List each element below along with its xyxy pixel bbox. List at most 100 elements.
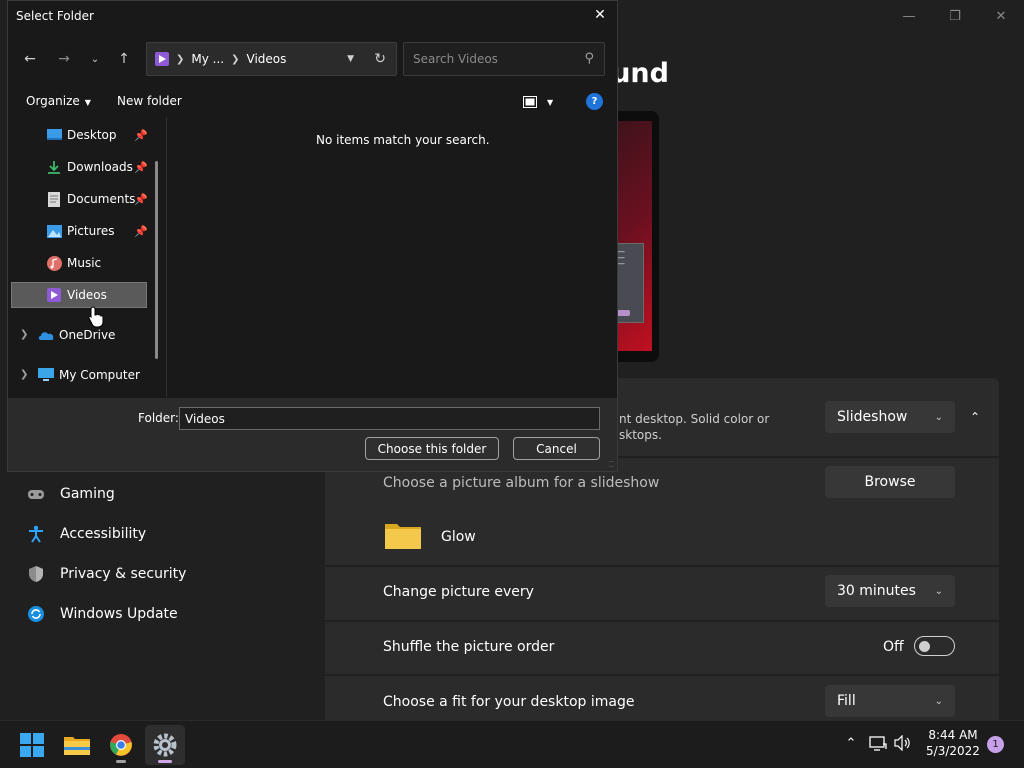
up-arrow-icon[interactable]: ↑ bbox=[114, 49, 134, 69]
nav-item-privacy-security[interactable]: Privacy & security bbox=[26, 560, 186, 588]
network-icon[interactable] bbox=[869, 734, 887, 752]
expand-chevron-icon[interactable]: ❯ bbox=[20, 329, 28, 340]
restore-icon[interactable]: ❐ bbox=[932, 0, 978, 32]
row-divider bbox=[325, 674, 999, 676]
computer-icon bbox=[38, 367, 54, 383]
row-divider bbox=[325, 620, 999, 622]
browse-button[interactable]: Browse bbox=[825, 466, 955, 498]
dialog-title: Select Folder bbox=[16, 9, 94, 23]
toggle-knob bbox=[919, 640, 930, 652]
refresh-icon[interactable]: ↻ bbox=[374, 51, 386, 67]
fit-dropdown[interactable]: Fill ⌄ bbox=[825, 685, 955, 717]
minimize-icon[interactable]: — bbox=[886, 0, 932, 32]
nav-item-accessibility[interactable]: Accessibility bbox=[26, 520, 146, 548]
view-options-button[interactable]: ▼ bbox=[523, 93, 563, 111]
close-window-icon[interactable]: ✕ bbox=[978, 0, 1024, 32]
volume-icon[interactable] bbox=[894, 734, 912, 752]
select-folder-dialog: Select Folder ✕ ← → ⌄ ↑ ❯ My ... ❯ Video… bbox=[7, 0, 618, 472]
settings-icon bbox=[153, 733, 177, 757]
help-icon[interactable]: ? bbox=[586, 93, 603, 110]
change-interval-dropdown[interactable]: 30 minutes ⌄ bbox=[825, 575, 955, 607]
gamepad-icon bbox=[26, 484, 46, 504]
desktop-icon bbox=[46, 127, 62, 143]
fit-label: Choose a fit for your desktop image bbox=[383, 694, 635, 710]
clock-date: 5/3/2022 bbox=[926, 744, 980, 758]
tree-item-documents[interactable]: Documents bbox=[46, 186, 135, 212]
file-explorer-icon bbox=[64, 737, 90, 755]
tree-item-downloads[interactable]: Downloads bbox=[46, 154, 133, 180]
tree-item-desktop[interactable]: Desktop bbox=[46, 122, 117, 148]
chevron-down-icon: ▼ bbox=[84, 98, 91, 107]
pane-divider[interactable] bbox=[166, 117, 167, 397]
folder-name-input[interactable] bbox=[179, 407, 600, 430]
recent-locations-chevron-icon[interactable]: ⌄ bbox=[85, 49, 105, 69]
tree-item-pictures[interactable]: Pictures bbox=[46, 218, 115, 244]
nav-item-gaming[interactable]: Gaming bbox=[26, 480, 115, 508]
running-indicator bbox=[116, 760, 126, 763]
change-picture-label: Change picture every bbox=[383, 584, 534, 600]
file-explorer-button[interactable] bbox=[57, 725, 97, 765]
back-arrow-icon[interactable]: ← bbox=[20, 49, 40, 69]
videos-icon bbox=[46, 287, 62, 303]
nav-item-windows-update[interactable]: Windows Update bbox=[26, 600, 178, 628]
expand-chevron-icon[interactable]: ❯ bbox=[20, 369, 28, 380]
row-divider bbox=[325, 565, 999, 567]
shuffle-toggle[interactable] bbox=[914, 636, 955, 656]
tree-scrollbar[interactable] bbox=[155, 161, 158, 359]
chrome-button[interactable] bbox=[101, 725, 141, 765]
resize-grip-icon[interactable]: ⁚⁚ bbox=[609, 460, 614, 469]
breadcrumb-current[interactable]: Videos bbox=[247, 52, 287, 66]
preview-lines-icon: — — — bbox=[616, 247, 625, 269]
notification-badge[interactable]: 1 bbox=[987, 736, 1004, 753]
clock-time: 8:44 AM bbox=[928, 728, 978, 742]
tree-item-my-computer[interactable]: My Computer bbox=[38, 362, 140, 388]
preview-accent-bar bbox=[616, 310, 630, 316]
navigation-pane: Desktop 📌 Downloads 📌 Documents 📌 Pictur… bbox=[8, 117, 166, 397]
album-folder-name: Glow bbox=[441, 529, 476, 545]
tree-item-videos[interactable]: Videos bbox=[11, 282, 147, 308]
folder-icon bbox=[385, 524, 421, 549]
background-description: nt desktop. Solid color or sktops. bbox=[619, 412, 770, 442]
breadcrumb-separator-icon: ❯ bbox=[176, 53, 185, 65]
chevron-up-icon[interactable]: ⌃ bbox=[966, 408, 984, 426]
chevron-down-icon: ⌄ bbox=[934, 411, 943, 423]
shield-icon bbox=[26, 564, 46, 584]
pin-icon: 📌 bbox=[134, 128, 148, 142]
folder-field-label: Folder: bbox=[138, 411, 179, 425]
start-icon bbox=[20, 733, 44, 757]
pin-icon: 📌 bbox=[134, 224, 148, 238]
pin-icon: 📌 bbox=[134, 192, 148, 206]
update-icon bbox=[26, 604, 46, 624]
pin-icon: 📌 bbox=[134, 160, 148, 174]
start-button[interactable] bbox=[12, 725, 52, 765]
search-icon[interactable]: ⚲ bbox=[584, 51, 594, 66]
dialog-footer: Folder: Choose this folder Cancel ⁚⁚ bbox=[8, 398, 617, 471]
forward-arrow-icon[interactable]: → bbox=[54, 49, 74, 69]
close-icon[interactable]: ✕ bbox=[591, 6, 609, 24]
show-hidden-icons-chevron-icon[interactable]: ⌃ bbox=[842, 734, 860, 752]
tree-item-music[interactable]: Music bbox=[46, 250, 101, 276]
cancel-button[interactable]: Cancel bbox=[513, 437, 600, 460]
breadcrumb-parent[interactable]: My ... bbox=[191, 52, 224, 66]
pictures-icon bbox=[46, 223, 62, 239]
shuffle-label: Shuffle the picture order bbox=[383, 639, 555, 655]
address-bar[interactable]: ❯ My ... ❯ Videos ▼ ↻ bbox=[146, 42, 397, 76]
new-folder-button[interactable]: New folder bbox=[117, 94, 182, 108]
choose-folder-button[interactable]: Choose this folder bbox=[365, 437, 499, 460]
music-icon bbox=[46, 255, 62, 271]
settings-button[interactable] bbox=[145, 725, 185, 765]
address-dropdown-icon[interactable]: ▼ bbox=[347, 54, 354, 64]
download-icon bbox=[46, 159, 62, 175]
search-input[interactable] bbox=[404, 43, 574, 75]
organize-menu[interactable]: Organize ▼ bbox=[26, 94, 91, 108]
hand-cursor-icon bbox=[88, 306, 104, 328]
active-indicator bbox=[158, 760, 172, 763]
chevron-down-icon: ▼ bbox=[547, 97, 554, 107]
background-type-dropdown[interactable]: Slideshow ⌄ bbox=[825, 401, 955, 433]
documents-icon bbox=[46, 191, 62, 207]
settings-window-controls: — ❐ ✕ bbox=[886, 0, 1024, 32]
accessibility-icon bbox=[26, 524, 46, 544]
shuffle-state: Off bbox=[883, 639, 904, 655]
search-box: ⚲ bbox=[403, 42, 605, 76]
system-clock[interactable]: 8:44 AM 5/3/2022 bbox=[922, 727, 984, 759]
